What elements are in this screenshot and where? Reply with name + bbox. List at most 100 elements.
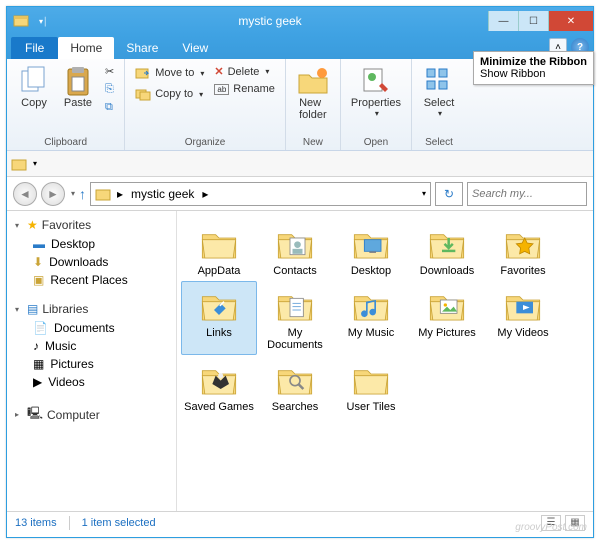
- folder-item-user-tiles[interactable]: User Tiles: [333, 355, 409, 417]
- new-folder-icon: [297, 65, 329, 97]
- explorer-window: ▾│ mystic geek — ☐ ✕ File Home Share Vie…: [6, 6, 594, 538]
- content-area: ▾★Favorites ▬Desktop ⬇Downloads ▣Recent …: [7, 211, 593, 511]
- selection-count: 1 item selected: [82, 517, 156, 529]
- sidebar-item-recent[interactable]: ▣Recent Places: [7, 271, 176, 289]
- group-select: Select▾ Select: [412, 59, 466, 150]
- folder-item-my-music[interactable]: My Music: [333, 281, 409, 355]
- share-tab[interactable]: Share: [114, 37, 170, 59]
- folder-label: Saved Games: [184, 401, 254, 413]
- nav-pane: ▾★Favorites ▬Desktop ⬇Downloads ▣Recent …: [7, 211, 177, 511]
- folder-item-appdata[interactable]: AppData: [181, 219, 257, 281]
- libraries-header[interactable]: ▾▤Libraries: [7, 299, 176, 319]
- folder-item-desktop[interactable]: Desktop: [333, 219, 409, 281]
- folder-icon: [499, 223, 547, 263]
- group-label-new: New: [290, 135, 336, 150]
- command-dropdown[interactable]: ▾: [33, 159, 37, 168]
- folder-icon[interactable]: [11, 156, 27, 172]
- folder-item-saved-games[interactable]: Saved Games: [181, 355, 257, 417]
- folder-icon: [347, 359, 395, 399]
- folder-item-links[interactable]: Links: [181, 281, 257, 355]
- group-label-organize: Organize: [129, 135, 281, 150]
- music-icon: ♪: [33, 339, 39, 353]
- group-clipboard: Copy Paste ✂ ⎘ ⧉ Clipboard: [7, 59, 125, 150]
- forward-button[interactable]: ►: [41, 182, 65, 206]
- folder-icon: [195, 223, 243, 263]
- select-button[interactable]: Select▾: [418, 63, 460, 120]
- computer-header[interactable]: ▸🖳Computer: [7, 401, 176, 428]
- folder-icon: [271, 359, 319, 399]
- folder-label: My Videos: [497, 327, 548, 339]
- address-bar[interactable]: ▸ mystic geek ▸ ▾: [90, 182, 431, 206]
- folder-item-contacts[interactable]: Contacts: [257, 219, 333, 281]
- minimize-button[interactable]: —: [488, 11, 518, 31]
- breadcrumb-sep[interactable]: ▸: [115, 187, 125, 201]
- paste-shortcut-button[interactable]: ⧉: [101, 99, 118, 116]
- back-button[interactable]: ◄: [13, 182, 37, 206]
- path-icon: ⎘: [105, 83, 114, 96]
- video-icon: ▶: [33, 375, 42, 389]
- rename-button[interactable]: abRename: [210, 81, 278, 97]
- folder-item-my-documents[interactable]: My Documents: [257, 281, 333, 355]
- item-count: 13 items: [15, 517, 57, 529]
- folder-icon: [423, 223, 471, 263]
- shortcut-icon: ⧉: [105, 101, 113, 114]
- sidebar-item-documents[interactable]: 📄Documents: [7, 319, 176, 337]
- cut-button[interactable]: ✂: [101, 63, 118, 80]
- maximize-button[interactable]: ☐: [518, 11, 548, 31]
- folder-label: Favorites: [500, 265, 545, 277]
- folder-label: Searches: [272, 401, 318, 413]
- rename-icon: ab: [214, 84, 229, 95]
- folder-icon: [271, 285, 319, 325]
- breadcrumb-sep2[interactable]: ▸: [200, 187, 210, 201]
- breadcrumb-root[interactable]: mystic geek: [129, 187, 196, 201]
- copy-icon: [18, 65, 50, 97]
- sidebar-item-pictures[interactable]: ▦Pictures: [7, 355, 176, 373]
- sidebar-item-music[interactable]: ♪Music: [7, 337, 176, 355]
- copy-path-button[interactable]: ⎘: [101, 81, 118, 98]
- qat-icon[interactable]: [7, 7, 35, 35]
- group-label-clipboard: Clipboard: [11, 135, 120, 150]
- new-folder-button[interactable]: New folder: [292, 63, 334, 123]
- sidebar-item-downloads[interactable]: ⬇Downloads: [7, 253, 176, 271]
- paste-button[interactable]: Paste: [57, 63, 99, 111]
- tooltip-title: Minimize the Ribbon: [480, 56, 587, 68]
- refresh-button[interactable]: ↻: [435, 182, 463, 206]
- delete-button[interactable]: ✕Delete▾: [210, 63, 278, 80]
- qat-dropdown-icon[interactable]: ▾│: [35, 17, 52, 26]
- sidebar-item-videos[interactable]: ▶Videos: [7, 373, 176, 391]
- favorites-header[interactable]: ▾★Favorites: [7, 215, 176, 235]
- home-tab[interactable]: Home: [58, 37, 114, 59]
- folder-item-my-videos[interactable]: My Videos: [485, 281, 561, 355]
- copy-button[interactable]: Copy: [13, 63, 55, 111]
- folder-label: Desktop: [351, 265, 391, 277]
- folder-icon: [499, 285, 547, 325]
- folder-item-downloads[interactable]: Downloads: [409, 219, 485, 281]
- folder-label: Contacts: [273, 265, 316, 277]
- copy-to-button[interactable]: Copy to▾: [131, 84, 208, 104]
- details-view-button[interactable]: ☰: [541, 515, 561, 531]
- folder-icon: [195, 359, 243, 399]
- view-tab[interactable]: View: [170, 37, 220, 59]
- folder-icon: [347, 223, 395, 263]
- picture-icon: ▦: [33, 357, 44, 371]
- folder-icon: [347, 285, 395, 325]
- window-title: mystic geek: [52, 14, 488, 28]
- search-input[interactable]: [467, 182, 587, 206]
- folder-label: User Tiles: [347, 401, 396, 413]
- status-bar: 13 items 1 item selected ☰ ▦: [7, 511, 593, 533]
- sidebar-item-desktop[interactable]: ▬Desktop: [7, 235, 176, 253]
- move-to-button[interactable]: Move to▾: [131, 63, 208, 83]
- folder-item-my-pictures[interactable]: My Pictures: [409, 281, 485, 355]
- up-button[interactable]: ↑: [79, 186, 86, 202]
- folder-item-searches[interactable]: Searches: [257, 355, 333, 417]
- location-icon: [95, 186, 111, 202]
- file-tab[interactable]: File: [11, 37, 58, 59]
- select-icon: [423, 65, 455, 97]
- address-dropdown[interactable]: ▾: [422, 189, 426, 198]
- close-button[interactable]: ✕: [548, 11, 593, 31]
- icons-view-button[interactable]: ▦: [565, 515, 585, 531]
- file-grid[interactable]: AppData Contacts Desktop Downloads Favorites…: [177, 211, 593, 511]
- recent-dropdown[interactable]: ▾: [71, 189, 75, 198]
- folder-item-favorites[interactable]: Favorites: [485, 219, 561, 281]
- properties-button[interactable]: Properties▾: [347, 63, 405, 120]
